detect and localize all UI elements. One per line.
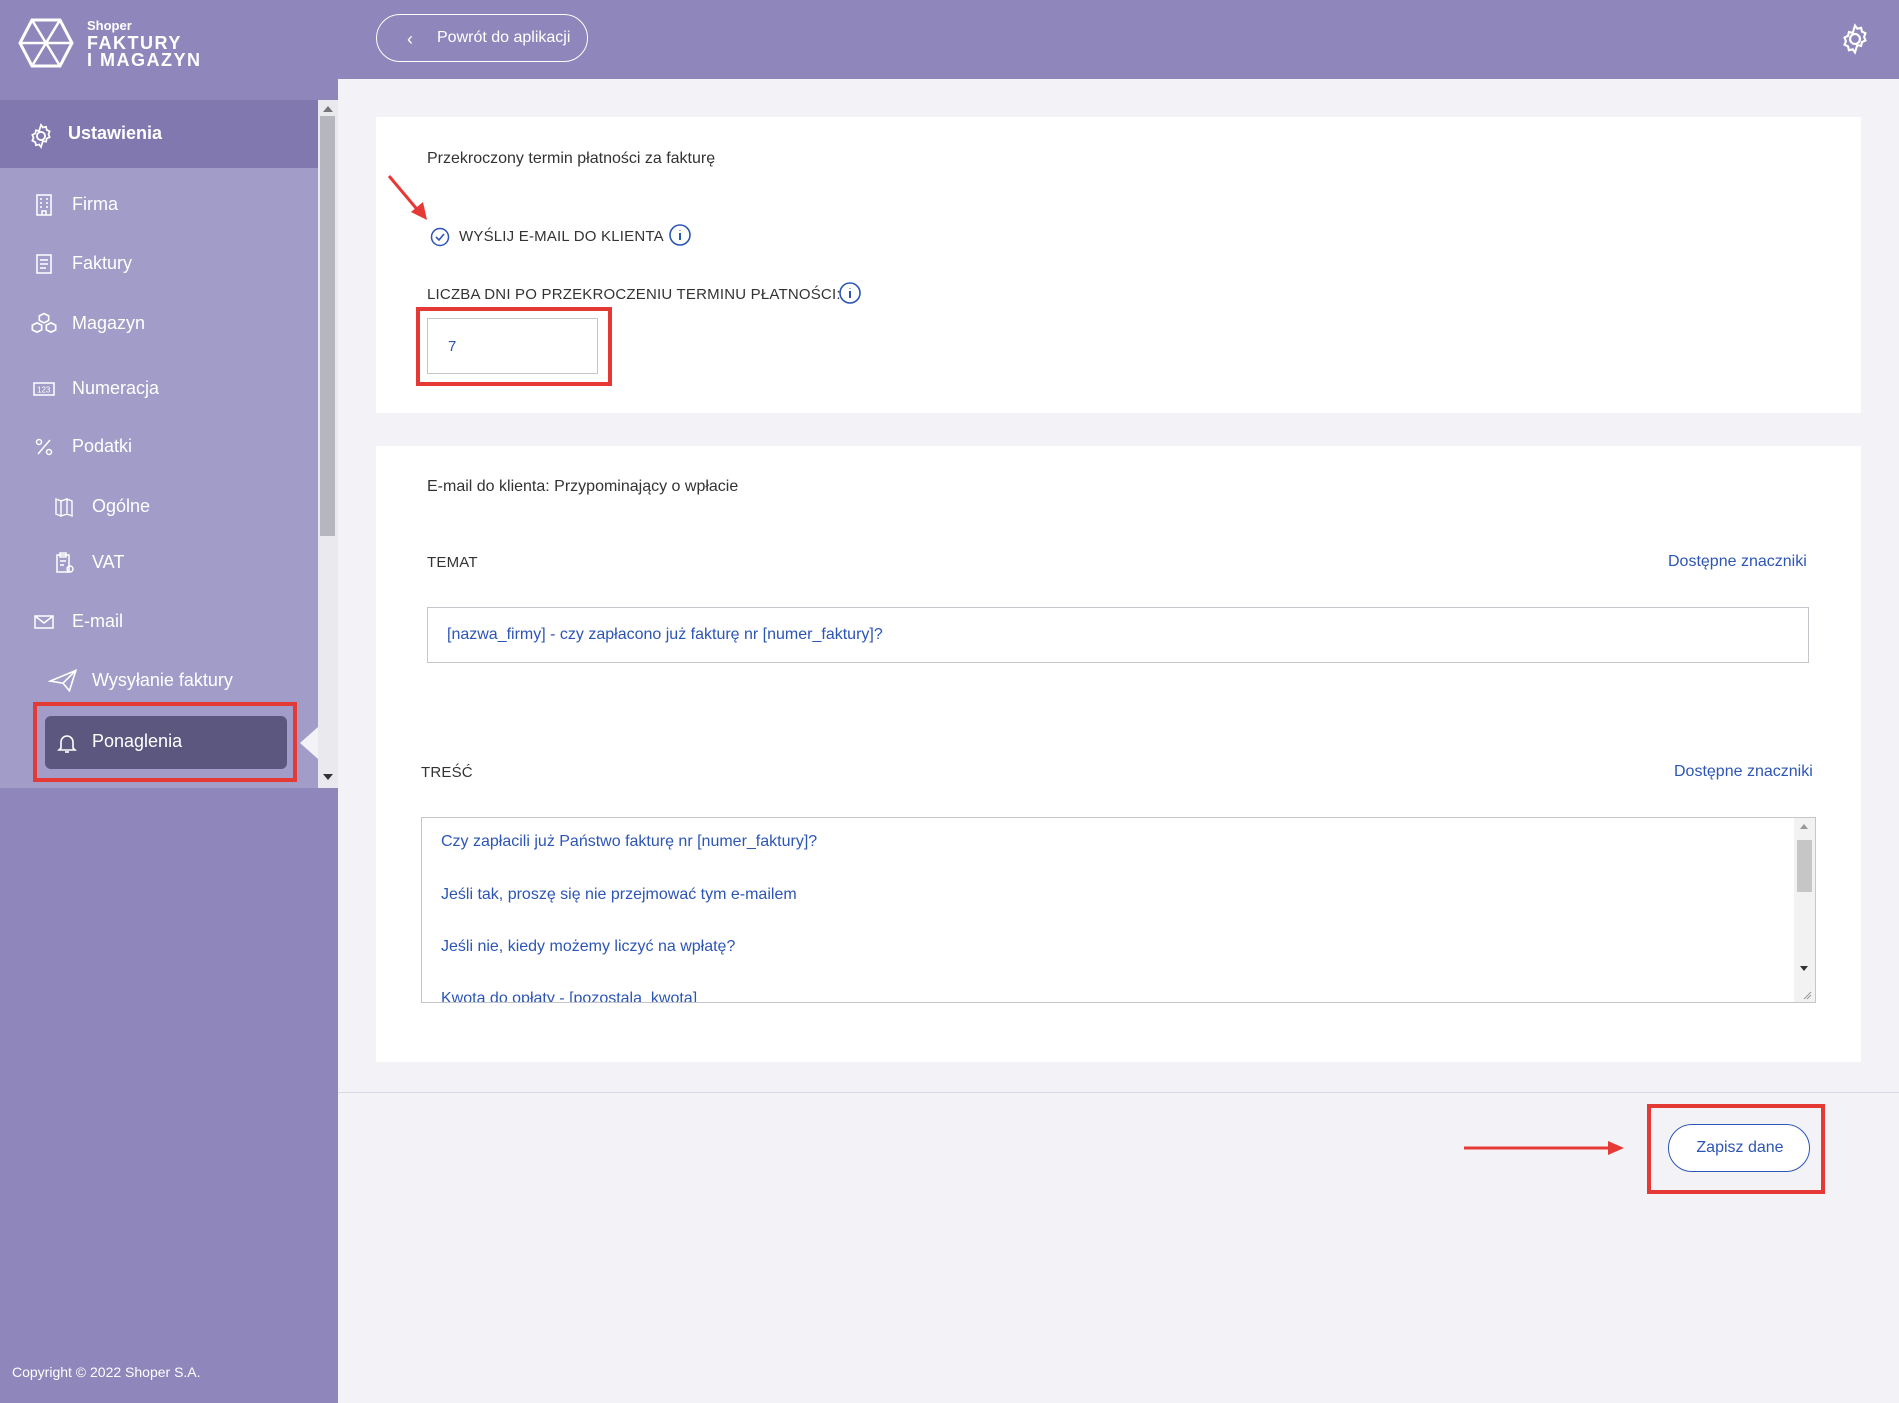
annotation-arrow-icon: [1464, 1141, 1624, 1155]
scroll-up-arrow-icon[interactable]: [1800, 824, 1808, 829]
body-line: Jeśli tak, proszę się nie przejmować tym…: [441, 886, 797, 903]
sidebar-item-label: E-mail: [72, 611, 124, 631]
sidebar-item-label: Numeracja: [72, 378, 160, 398]
brand-line2: I MAGAZYN: [87, 50, 202, 70]
settings-title: Ustawienia: [68, 123, 163, 143]
sidebar-item-ogolne[interactable]: Ogólne: [0, 483, 318, 531]
sidebar-item-label: Ogólne: [92, 496, 151, 516]
sidebar: Shoper FAKTURY I MAGAZYN Ustawienia Firm…: [0, 0, 338, 1403]
settings-header[interactable]: Ustawienia: [0, 100, 318, 168]
percent-icon: [35, 438, 53, 456]
numbering-icon: 123: [33, 382, 55, 396]
gear-icon[interactable]: [1838, 22, 1872, 56]
divider: [338, 1092, 1899, 1093]
back-to-app-label: Powrót do aplikacji: [437, 29, 571, 46]
scroll-down-arrow-icon[interactable]: [323, 774, 333, 780]
annotation-highlight-box: [1647, 1104, 1825, 1194]
info-icon[interactable]: [668, 223, 692, 247]
body-line: Kwota do opłaty - [pozostala_kwota]: [441, 990, 698, 1003]
info-icon[interactable]: [838, 281, 862, 305]
body-line: Czy zapłacili już Państwo fakturę nr [nu…: [441, 833, 818, 850]
body-line: Jeśli nie, kiedy możemy liczyć na wpłatę…: [441, 938, 736, 955]
body-textarea[interactable]: Czy zapłacili już Państwo fakturę nr [nu…: [421, 817, 1816, 1003]
subject-label: TEMAT: [427, 554, 478, 571]
brand-small: Shoper: [87, 18, 132, 33]
scroll-down-arrow-icon[interactable]: [1800, 966, 1808, 971]
annotation-highlight-box: [416, 307, 612, 386]
settings-menu: Firma Faktury Magazyn 123 Numeracja Poda…: [0, 168, 318, 788]
building-icon: [36, 194, 52, 216]
annotation-highlight-box: [33, 702, 297, 782]
back-to-app-button[interactable]: ‹ Powrót do aplikacji: [376, 14, 588, 62]
send-email-label[interactable]: WYŚLIJ E-MAIL DO KLIENTA: [459, 228, 664, 245]
logo-icon: [18, 18, 74, 68]
body-label: TREŚĆ: [421, 764, 473, 781]
sidebar-item-vat[interactable]: VAT: [0, 539, 318, 587]
sidebar-item-magazyn[interactable]: Magazyn: [0, 300, 318, 348]
subject-available-tags-link[interactable]: Dostępne znaczniki: [1668, 553, 1807, 571]
sidebar-item-label: VAT: [92, 552, 125, 572]
copyright: Copyright © 2022 Shoper S.A.: [12, 1364, 201, 1380]
body-available-tags-link[interactable]: Dostępne znaczniki: [1674, 763, 1813, 781]
resize-handle-icon[interactable]: [1802, 990, 1812, 1000]
sidebar-scroll-thumb[interactable]: [320, 116, 335, 536]
chevron-left-icon: ‹: [407, 29, 413, 49]
active-indicator: [300, 727, 318, 759]
subject-input[interactable]: [427, 607, 1809, 663]
scroll-up-arrow-icon[interactable]: [323, 106, 333, 112]
gear-icon: [31, 122, 51, 150]
sidebar-item-label: Wysyłanie faktury: [92, 670, 233, 690]
body-scrollbar[interactable]: [1794, 818, 1815, 1002]
paper-plane-icon: [48, 668, 78, 693]
sidebar-item-label: Magazyn: [72, 313, 146, 333]
clipboard-icon: [56, 552, 74, 573]
email-title: E-mail do klienta: Przypominający o wpła…: [427, 478, 739, 495]
overdue-title: Przekroczony termin płatności za fakturę: [427, 150, 716, 167]
envelope-icon: [34, 615, 54, 629]
book-icon: [55, 497, 73, 518]
document-icon: [36, 254, 52, 274]
sidebar-item-label: Faktury: [72, 253, 133, 273]
days-label: LICZBA DNI PO PRZEKROCZENIU TERMINU PŁAT…: [427, 286, 841, 303]
sidebar-item-numeracja[interactable]: 123 Numeracja: [0, 365, 318, 413]
sidebar-item-firma[interactable]: Firma: [0, 181, 318, 229]
sidebar-item-label: Podatki: [72, 436, 133, 456]
sidebar-item-faktury[interactable]: Faktury: [0, 240, 318, 288]
svg-text:123: 123: [37, 386, 51, 395]
sidebar-item-podatki[interactable]: Podatki: [0, 423, 318, 471]
sidebar-item-email[interactable]: E-mail: [0, 598, 318, 646]
boxes-icon: [31, 312, 57, 334]
annotation-arrow-icon: [387, 175, 427, 220]
body-scroll-thumb[interactable]: [1797, 840, 1812, 892]
send-email-checkbox[interactable]: [430, 227, 450, 247]
sidebar-item-label: Firma: [72, 194, 118, 214]
sidebar-item-wysylanie-faktury[interactable]: Wysyłanie faktury: [0, 657, 318, 705]
